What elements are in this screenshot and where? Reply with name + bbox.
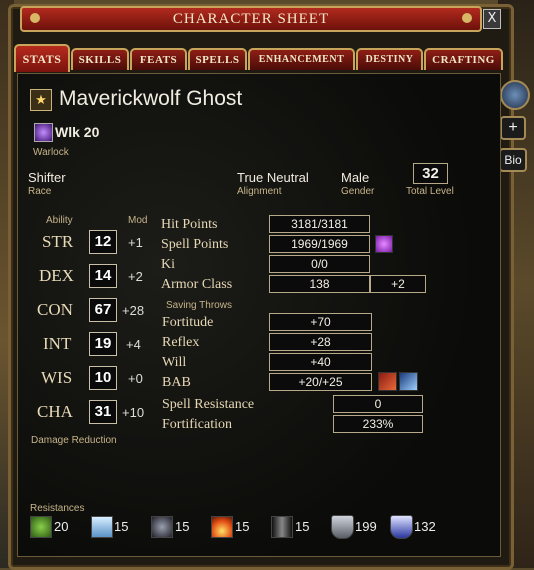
ability-name-str: STR <box>42 232 74 251</box>
fortification-label: Fortification <box>162 417 232 432</box>
ability-mod-dex: +2 <box>128 269 143 284</box>
mod-header: Mod <box>128 215 148 226</box>
ki-label: Ki <box>161 257 175 272</box>
ability-value-int: 19 <box>89 332 117 356</box>
favorite-star-icon[interactable]: ★ <box>30 89 52 111</box>
race-label: Race <box>28 186 52 197</box>
ranged-power-icon[interactable] <box>399 372 418 391</box>
ability-value-cha: 31 <box>89 400 117 424</box>
tab-destiny[interactable]: DESTINY <box>356 48 423 70</box>
ability-name-wis: WIS <box>41 368 73 387</box>
armor-class-value: 138 <box>269 275 370 293</box>
warlock-class-icon <box>34 123 53 142</box>
fortitude-value: +70 <box>269 313 372 331</box>
ability-value-con: 67 <box>89 298 117 322</box>
tab-spells[interactable]: SPELLS <box>188 48 247 70</box>
damage-reduction-label: Damage Reduction <box>31 435 117 446</box>
ability-value-wis: 10 <box>89 366 117 390</box>
ability-mod-cha: +10 <box>122 405 145 420</box>
ability-name-con: CON <box>37 300 73 319</box>
will-label: Will <box>162 355 187 370</box>
ability-name-int: INT <box>43 334 72 353</box>
ability-header: Ability <box>46 215 73 226</box>
ability-value-str: 12 <box>89 230 117 254</box>
tab-enhancement[interactable]: ENHANCEMENT <box>248 48 355 70</box>
fortification-value: 233% <box>333 415 423 433</box>
magic-shield-icon <box>390 515 413 539</box>
armor-class-label: Armor Class <box>161 277 233 292</box>
melee-power-icon[interactable] <box>378 372 397 391</box>
alignment-label: Alignment <box>237 186 282 197</box>
saving-throws-label: Saving Throws <box>166 300 232 311</box>
alignment-value: True Neutral <box>237 170 309 185</box>
tab-skills[interactable]: SKILLS <box>71 48 129 70</box>
spell-resistance-value: 0 <box>333 395 423 413</box>
spell-resistance-label: Spell Resistance <box>162 397 255 412</box>
total-level-label: Total Level <box>406 186 454 197</box>
physical-resistance-value: 199 <box>355 519 377 534</box>
spell-points-value: 1969/1969 <box>269 235 370 253</box>
class-name: Warlock <box>33 147 69 158</box>
spell-power-icon[interactable] <box>375 235 393 253</box>
reflex-value: +28 <box>269 333 372 351</box>
magic-resistance-value: 132 <box>414 519 436 534</box>
ability-mod-wis: +0 <box>128 371 143 386</box>
fire-resistance-value: 15 <box>235 519 250 534</box>
sonic-icon <box>271 516 293 538</box>
physical-shield-icon <box>331 515 354 539</box>
close-button[interactable]: X <box>483 9 501 29</box>
ability-mod-str: +1 <box>128 235 143 250</box>
sonic-resistance-value: 15 <box>295 519 310 534</box>
add-button[interactable]: + <box>500 116 526 140</box>
ability-mod-con: +28 <box>122 303 145 318</box>
will-value: +40 <box>269 353 372 371</box>
cold-icon <box>91 516 113 538</box>
ability-mod-int: +4 <box>126 337 141 352</box>
ability-value-dex: 14 <box>89 264 117 288</box>
ability-name-cha: CHA <box>37 402 73 421</box>
spell-points-label: Spell Points <box>161 237 229 252</box>
bab-value: +20/+25 <box>269 373 372 391</box>
electric-resistance-value: 15 <box>175 519 190 534</box>
tab-crafting[interactable]: CRAFTING <box>424 48 503 70</box>
ability-name-dex: DEX <box>39 266 74 285</box>
bab-label: BAB <box>162 375 191 390</box>
total-level-value: 32 <box>413 163 448 184</box>
title-bar[interactable]: CHARACTER SHEET <box>20 6 482 32</box>
armor-class-bonus: +2 <box>370 275 426 293</box>
bio-button[interactable]: Bio <box>499 148 527 172</box>
tab-stats[interactable]: STATS <box>14 44 70 72</box>
electric-icon <box>151 516 173 538</box>
acid-resistance-value: 20 <box>54 519 69 534</box>
cold-resistance-value: 15 <box>114 519 129 534</box>
fire-icon <box>211 516 233 538</box>
fortitude-label: Fortitude <box>162 315 214 330</box>
ki-value: 0/0 <box>269 255 370 273</box>
tab-feats[interactable]: FEATS <box>130 48 187 70</box>
title-ornament-right <box>462 13 472 23</box>
character-name: Maverickwolf Ghost <box>59 87 243 110</box>
reflex-label: Reflex <box>162 335 200 350</box>
hit-points-label: Hit Points <box>161 217 218 232</box>
gender-value: Male <box>341 170 370 185</box>
gender-label: Gender <box>341 186 375 197</box>
hit-points-value: 3181/3181 <box>269 215 370 233</box>
acid-icon <box>30 516 52 538</box>
window-title: CHARACTER SHEET <box>172 11 330 27</box>
resistances-label: Resistances <box>30 503 85 514</box>
globe-icon[interactable] <box>500 80 530 110</box>
class-level: Wlk 20 <box>55 124 100 140</box>
race-value: Shifter <box>28 170 66 185</box>
